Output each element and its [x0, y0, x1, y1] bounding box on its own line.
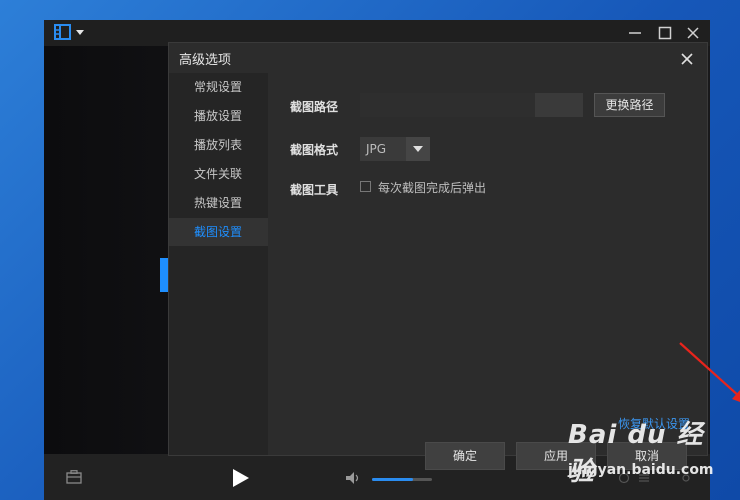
sidebar-toggle-tab[interactable] [160, 258, 168, 292]
sidebar-item-playback[interactable]: 播放设置 [169, 102, 268, 130]
screenshot-settings-panel: 截图路径 更换路径 截图格式 JPG 截图工具 每次截图完成后弹出 恢复默认设置… [268, 73, 740, 470]
settings-sidebar: 常规设置 播放设置 播放列表 文件关联 热键设置 截图设置 [169, 73, 268, 455]
screenshot-format-select[interactable]: JPG [360, 137, 430, 161]
change-path-button[interactable]: 更换路径 [594, 93, 665, 117]
dialog-title: 高级选项 [179, 53, 232, 68]
volume-slider[interactable] [372, 478, 432, 481]
toolbox-icon[interactable] [66, 470, 82, 484]
minimize-icon [629, 32, 641, 34]
sidebar-item-playlist[interactable]: 播放列表 [169, 131, 268, 159]
sidebar-item-general[interactable]: 常规设置 [169, 73, 268, 101]
repeat-icon[interactable] [618, 472, 630, 484]
annotation-arrow-icon [679, 342, 740, 402]
screenshot-path-label: 截图路径 [290, 100, 339, 114]
popup-after-screenshot-label[interactable]: 每次截图完成后弹出 [378, 179, 486, 196]
playlist-icon[interactable] [638, 472, 650, 484]
screenshot-path-box [535, 93, 583, 117]
close-icon [681, 53, 693, 65]
window-close-button[interactable] [682, 23, 704, 43]
format-select-value: JPG [366, 142, 387, 156]
film-icon [54, 24, 84, 40]
sidebar-item-file-association[interactable]: 文件关联 [169, 160, 268, 188]
maximize-icon [658, 26, 672, 40]
sidebar-item-hotkeys[interactable]: 热键设置 [169, 189, 268, 217]
close-icon [687, 27, 699, 39]
ok-button[interactable]: 确定 [425, 442, 505, 470]
volume-icon[interactable] [346, 472, 360, 484]
settings-icon[interactable] [680, 472, 692, 484]
app-menu-button[interactable] [54, 24, 90, 42]
chevron-down-icon [413, 146, 423, 152]
sidebar-item-screenshot[interactable]: 截图设置 [169, 218, 268, 246]
volume-fill [372, 478, 413, 481]
minimize-button[interactable] [624, 23, 646, 43]
chevron-down-icon [76, 30, 84, 35]
cancel-button[interactable]: 取消 [607, 442, 687, 470]
format-select-dropdown[interactable] [406, 137, 430, 161]
maximize-button[interactable] [654, 23, 676, 43]
advanced-options-dialog: 高级选项 常规设置 播放设置 播放列表 文件关联 热键设置 截图设置 截图路径 … [168, 42, 740, 470]
restore-defaults-link[interactable]: 恢复默认设置 [618, 415, 690, 432]
screenshot-tool-label: 截图工具 [290, 183, 339, 197]
apply-button[interactable]: 应用 [516, 442, 596, 470]
dialog-close-button[interactable] [677, 49, 697, 69]
popup-after-screenshot-checkbox[interactable] [360, 181, 371, 192]
play-icon[interactable] [232, 468, 250, 488]
screenshot-path-field[interactable] [360, 93, 536, 117]
screenshot-format-label: 截图格式 [290, 143, 339, 157]
